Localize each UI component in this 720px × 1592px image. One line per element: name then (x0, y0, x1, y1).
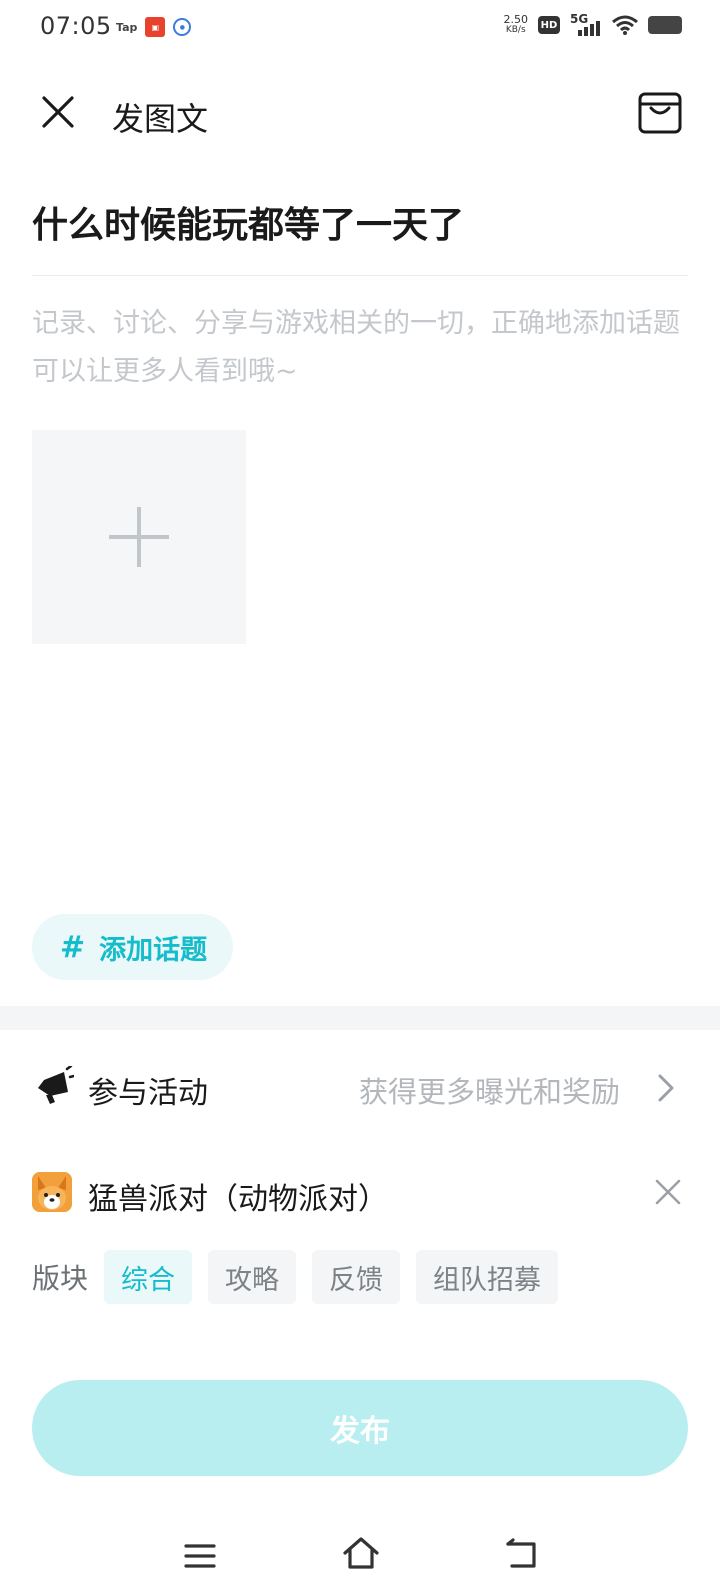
back-icon[interactable] (504, 1538, 538, 1570)
add-topic-button[interactable]: # 添加话题 (32, 914, 234, 980)
post-editor-screen: 07:05 Tap ▣ ● 2.50 KB/s HD 5G 发图文 什么时候能玩… (0, 0, 720, 1592)
activity-hint: 获得更多曝光和奖励 (358, 1075, 620, 1109)
selected-game-row: 猛兽派对（动物派对） (0, 1172, 720, 1218)
section-chip-guide[interactable]: 攻略 (208, 1250, 297, 1304)
browser-notification-icon: ● (173, 18, 192, 36)
network-speed: 2.50 KB/s (503, 13, 529, 35)
megaphone-icon (38, 1066, 74, 1104)
game-icon (32, 1172, 72, 1212)
app-notification-icon: ▣ (145, 17, 166, 37)
menu-icon[interactable] (184, 1542, 216, 1570)
section-chip-feedback[interactable]: 反馈 (312, 1250, 401, 1304)
status-bar: 07:05 Tap ▣ ● 2.50 KB/s HD 5G (0, 0, 720, 58)
section-selector: 版块 综合 攻略 反馈 组队招募 (32, 1250, 559, 1304)
section-chip-team-recruit[interactable]: 组队招募 (416, 1250, 559, 1304)
drafts-box-icon[interactable] (636, 88, 684, 136)
chevron-right-icon (658, 1074, 674, 1102)
join-activity-row[interactable]: 参与活动 获得更多曝光和奖励 (0, 1052, 720, 1124)
hd-icon: HD (538, 16, 560, 34)
add-image-button[interactable] (32, 430, 246, 644)
header: 发图文 (0, 70, 720, 154)
status-indicators: 2.50 KB/s HD 5G (503, 12, 682, 36)
page-title: 发图文 (112, 100, 209, 138)
add-topic-label: 添加话题 (99, 934, 208, 966)
post-title-input[interactable]: 什么时候能玩都等了一天了 (32, 196, 688, 252)
publish-button[interactable]: 发布 (32, 1380, 688, 1476)
home-icon[interactable] (342, 1536, 380, 1570)
taptap-icon: Tap (116, 20, 138, 34)
post-content-input[interactable]: 记录、讨论、分享与游戏相关的一切，正确地添加话题可以让更多人看到哦~ (32, 300, 688, 396)
battery-icon (648, 16, 682, 34)
remove-game-icon[interactable] (652, 1176, 684, 1208)
notification-icons: Tap ▣ ● (116, 17, 192, 37)
wifi-icon (612, 15, 638, 35)
title-divider (32, 275, 688, 276)
hash-icon: # (60, 929, 86, 965)
activity-label: 参与活动 (88, 1076, 208, 1111)
signal-5g-icon: 5G (570, 12, 602, 36)
status-time: 07:05 (40, 12, 112, 40)
section-chip-general[interactable]: 综合 (104, 1250, 193, 1304)
section-separator (0, 1006, 720, 1030)
system-nav-bar (0, 1520, 720, 1592)
section-label: 版块 (32, 1262, 89, 1295)
close-icon[interactable] (36, 90, 80, 134)
game-name: 猛兽派对（动物派对） (88, 1182, 388, 1217)
